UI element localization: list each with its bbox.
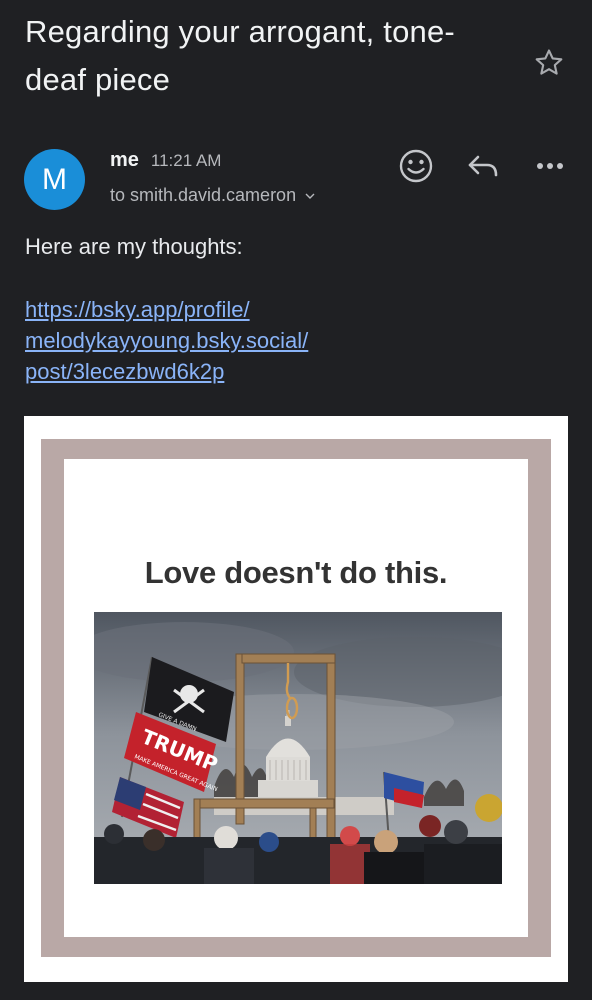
attached-image[interactable]: Love doesn't do this. GIVE A DAMN TRUMP … <box>24 416 568 982</box>
message-intro: Here are my thoughts: <box>25 234 243 259</box>
recipient-label: to smith.david.cameron <box>110 185 297 205</box>
reply-icon[interactable] <box>463 146 503 186</box>
emoji-icon[interactable] <box>396 146 436 186</box>
chevron-down-icon <box>305 193 315 199</box>
sender-line: me 11:21 AM <box>110 149 221 175</box>
link-line: post/3lecezbwd6k2p <box>25 359 225 384</box>
recipient-details-toggle[interactable]: to smith.david.cameron <box>110 185 316 206</box>
bluesky-post-link[interactable]: https://bsky.app/profile/ melodykayyoung… <box>25 294 445 387</box>
avatar[interactable]: M <box>24 149 85 210</box>
link-line: melodykayyoung.bsky.social/ <box>25 328 309 353</box>
link-line: https://bsky.app/profile/ <box>25 297 250 322</box>
image-headline: Love doesn't do this. <box>144 555 448 590</box>
image-frame: Love doesn't do this. GIVE A DAMN TRUMP … <box>41 439 551 957</box>
sent-time: 11:21 AM <box>150 151 222 170</box>
sender-name: me <box>110 149 139 171</box>
photo-illustration: GIVE A DAMN TRUMP MAKE AMERICA GREAT AGA… <box>94 612 502 884</box>
capitol-protest-photo: GIVE A DAMN TRUMP MAKE AMERICA GREAT AGA… <box>94 612 502 884</box>
star-icon[interactable] <box>532 46 566 80</box>
email-subject: Regarding your arrogant, tone-deaf piece <box>25 14 455 97</box>
image-mat: Love doesn't do this. GIVE A DAMN TRUMP … <box>64 459 528 937</box>
more-horizontal-icon[interactable] <box>530 146 570 186</box>
